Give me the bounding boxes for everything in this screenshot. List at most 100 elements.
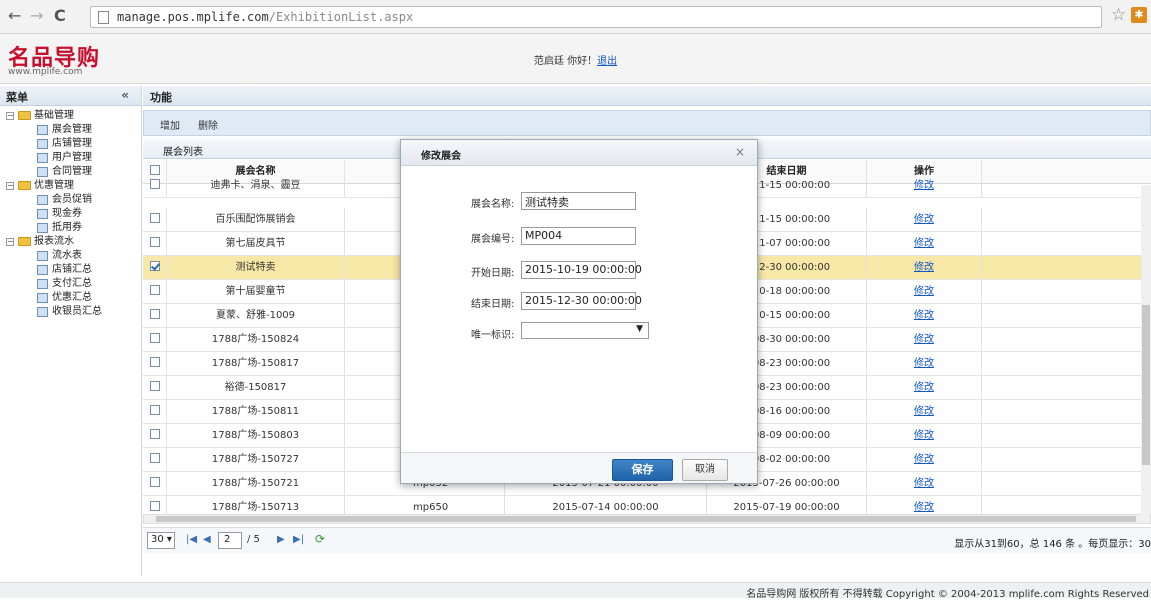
row-checkbox[interactable] (149, 178, 160, 189)
sidebar-item-promo-summary[interactable]: 优惠汇总 (0, 291, 141, 305)
row-checkbox[interactable] (149, 212, 160, 223)
page-input[interactable]: 2 (218, 532, 242, 549)
row-checkbox[interactable] (149, 500, 160, 511)
cell-op: 修改 (867, 232, 982, 255)
collapse-icon[interactable]: « (121, 88, 129, 102)
tree-group-promo[interactable]: − 优惠管理 (0, 179, 141, 193)
edit-link[interactable]: 修改 (914, 406, 934, 417)
sidebar-item-cash-coupon[interactable]: 现金券 (0, 207, 141, 221)
row-checkbox-cell (143, 472, 167, 495)
cell-name: 测试特卖 (167, 256, 345, 279)
edit-link[interactable]: 修改 (914, 310, 934, 321)
first-page-icon[interactable]: |◀ (186, 534, 197, 545)
row-checkbox[interactable] (149, 380, 160, 391)
reload-icon[interactable]: C (54, 7, 66, 25)
sidebar-item-cashier-summary[interactable]: 收银员汇总 (0, 305, 141, 319)
toolbar: 增加 删除 (143, 110, 1151, 136)
tree-toggle-icon[interactable]: − (6, 182, 14, 190)
logout-link[interactable]: 退出 (597, 56, 617, 67)
code-input[interactable]: MP004 (521, 227, 636, 245)
tree-toggle-icon[interactable]: − (6, 238, 14, 246)
row-checkbox[interactable] (149, 404, 160, 415)
edit-link[interactable]: 修改 (914, 286, 934, 297)
cell-op: 修改 (867, 174, 982, 197)
edit-link[interactable]: 修改 (914, 238, 934, 249)
uid-select[interactable]: ▼ (521, 322, 649, 339)
cell-end: 2015-07-19 00:00:00 (707, 496, 867, 514)
cell-name: 1788广场-150713 (167, 496, 345, 514)
name-input[interactable]: 测试特卖 (521, 192, 636, 210)
folder-icon (18, 237, 31, 246)
sidebar-item-pay-summary[interactable]: 支付汇总 (0, 277, 141, 291)
sidebar-item-flow[interactable]: 流水表 (0, 249, 141, 263)
edit-link[interactable]: 修改 (914, 334, 934, 345)
edit-link[interactable]: 修改 (914, 430, 934, 441)
sidebar-item-contract[interactable]: 合同管理 (0, 165, 141, 179)
forward-icon[interactable]: → (30, 7, 43, 25)
cell-op: 修改 (867, 424, 982, 447)
scroll-thumb[interactable] (156, 516, 1136, 522)
sidebar-item-member-promo[interactable]: 会员促销 (0, 193, 141, 207)
end-date-input[interactable]: 2015-12-30 00:00:00 (521, 292, 642, 310)
sidebar-item-shop[interactable]: 店铺管理 (0, 137, 141, 151)
close-icon[interactable]: × (735, 145, 745, 159)
table-row[interactable]: 1788广场-150713 mp650 2015-07-14 00:00:00 201… (143, 496, 1151, 514)
cell-name: 第十届婴童节 (167, 280, 345, 303)
select-all-checkbox[interactable] (149, 164, 160, 175)
page-size-select[interactable]: 30 ▾ (147, 532, 175, 549)
function-title: 功能 (143, 86, 1151, 106)
row-checkbox[interactable] (149, 284, 160, 295)
row-checkbox-cell (143, 496, 167, 514)
edit-link[interactable]: 修改 (914, 502, 934, 513)
row-checkbox[interactable] (149, 452, 160, 463)
edit-link[interactable]: 修改 (914, 214, 934, 225)
cell-op: 修改 (867, 400, 982, 423)
extension-icon[interactable]: ✱ (1131, 7, 1147, 23)
edit-link[interactable]: 修改 (914, 478, 934, 489)
row-checkbox[interactable] (149, 332, 160, 343)
sidebar-item-exhibition[interactable]: 展会管理 (0, 123, 141, 137)
row-checkbox[interactable] (149, 428, 160, 439)
cell-op: 修改 (867, 280, 982, 303)
sidebar-item-voucher[interactable]: 抵用券 (0, 221, 141, 235)
edit-link[interactable]: 修改 (914, 262, 934, 273)
last-page-icon[interactable]: ▶| (293, 534, 304, 545)
scroll-thumb[interactable] (1142, 305, 1150, 465)
user-greeting: 范启廷 你好！退出 (0, 52, 1151, 67)
edit-link[interactable]: 修改 (914, 454, 934, 465)
save-button[interactable]: 保存 (612, 459, 673, 481)
sidebar-item-user[interactable]: 用户管理 (0, 151, 141, 165)
tree-toggle-icon[interactable]: − (6, 112, 14, 120)
edit-link[interactable]: 修改 (914, 382, 934, 393)
tree-group-basic[interactable]: − 基础管理 (0, 109, 141, 123)
back-icon[interactable]: ← (8, 7, 21, 25)
tree-group-report[interactable]: − 报表流水 (0, 235, 141, 249)
bookmark-star-icon[interactable]: ☆ (1111, 5, 1126, 25)
edit-link[interactable]: 修改 (914, 180, 934, 191)
horizontal-scrollbar[interactable] (143, 514, 1151, 524)
add-button[interactable]: 增加 (160, 117, 180, 132)
cell-op: 修改 (867, 448, 982, 471)
vertical-scrollbar[interactable] (1141, 185, 1151, 515)
cell-name: 1788广场-150811 (167, 400, 345, 423)
row-checkbox[interactable] (149, 236, 160, 247)
cell-name: 迪弗卡、涓泉、霾豆 (167, 174, 345, 197)
page-icon (37, 251, 48, 261)
row-checkbox[interactable] (149, 308, 160, 319)
sidebar-item-shop-summary[interactable]: 店铺汇总 (0, 263, 141, 277)
dialog-footer: 保存 取消 (401, 452, 757, 483)
sidebar: 菜单 « − 基础管理 展会管理 店铺管理 用户管理 合同管理 − 优惠管理 会员促… (0, 86, 142, 576)
refresh-icon[interactable]: ⟳ (315, 532, 325, 546)
cell-start: 2015-07-14 00:00:00 (505, 496, 707, 514)
cell-name: 百乐围配饰展销会 (167, 208, 345, 231)
edit-link[interactable]: 修改 (914, 358, 934, 369)
row-checkbox[interactable] (149, 356, 160, 367)
row-checkbox[interactable] (149, 260, 160, 271)
start-date-input[interactable]: 2015-10-19 00:00:00 (521, 261, 642, 279)
address-bar[interactable]: manage.pos.mplife.com/ExhibitionList.asp… (90, 6, 1102, 28)
cancel-button[interactable]: 取消 (682, 459, 728, 481)
prev-page-icon[interactable]: ◀ (203, 534, 211, 545)
next-page-icon[interactable]: ▶ (277, 534, 285, 545)
delete-button[interactable]: 删除 (198, 117, 218, 132)
row-checkbox[interactable] (149, 476, 160, 487)
